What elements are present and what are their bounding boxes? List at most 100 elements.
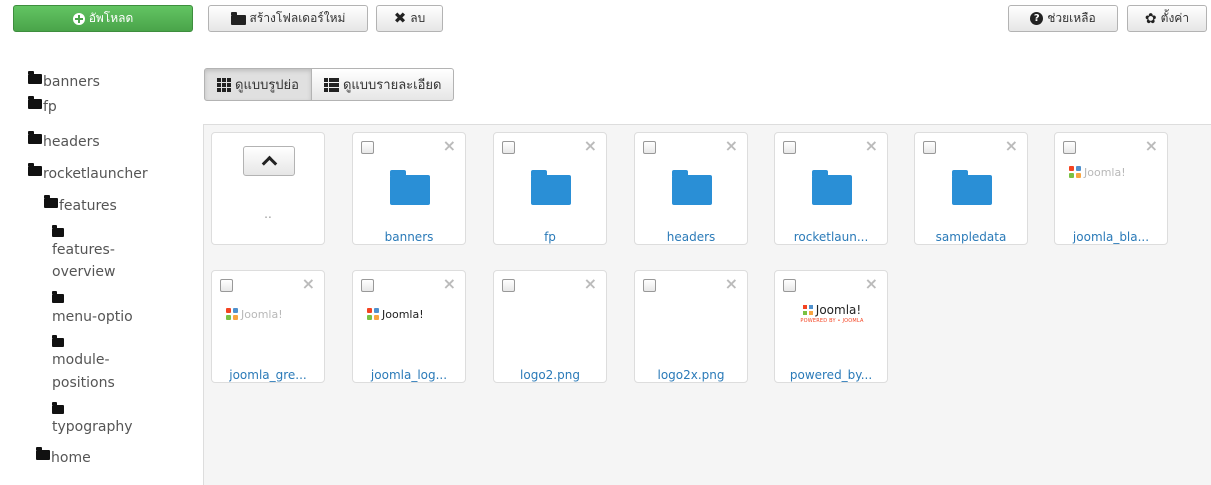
delete-button[interactable]: ✖ ลบ: [376, 5, 443, 32]
tree-label: features: [59, 198, 117, 214]
delete-x-icon[interactable]: ×: [725, 138, 738, 154]
file-name[interactable]: joomla_gre...: [212, 368, 324, 382]
tree-label: module-: [52, 352, 110, 368]
tree-item-features-overview[interactable]: features-: [52, 241, 115, 259]
folder-icon: [52, 402, 64, 414]
select-checkbox[interactable]: [923, 141, 936, 154]
tree-label: rocketlauncher: [43, 166, 148, 182]
folder-icon: [36, 447, 50, 460]
folder-icon: [390, 170, 430, 205]
file-name[interactable]: joomla_bla...: [1055, 230, 1167, 244]
help-label: ช่วยเหลือ: [1047, 11, 1096, 25]
tree-item-rocketlauncher[interactable]: rocketlauncher: [28, 163, 148, 183]
select-checkbox[interactable]: [783, 279, 796, 292]
file-name[interactable]: logo2x.png: [635, 368, 747, 382]
tree-item-typography[interactable]: typography: [52, 418, 133, 436]
upload-button[interactable]: อัพโหลด: [13, 5, 193, 32]
delete-x-icon[interactable]: ×: [443, 138, 456, 154]
folder-icon: [28, 71, 42, 84]
file-name[interactable]: logo2.png: [494, 368, 606, 382]
joomla-logo-thumbnail: Joomla!: [226, 307, 283, 321]
file-name[interactable]: powered_by...: [775, 368, 887, 382]
delete-x-icon[interactable]: ×: [584, 138, 597, 154]
settings-button[interactable]: ✿ ตั้งค่า: [1127, 5, 1207, 32]
image-tile[interactable]: × Joomla! POWERED BY • JOOMLA powered_by…: [774, 270, 888, 383]
detail-view-label: ดูแบบรายละเอียด: [342, 78, 442, 93]
delete-x-icon[interactable]: ×: [302, 276, 315, 292]
tree-label: typography: [52, 419, 133, 435]
folder-icon: [52, 291, 64, 303]
folder-tile[interactable]: × rocketlaun...: [774, 132, 888, 245]
image-tile[interactable]: × Joomla! joomla_gre...: [211, 270, 325, 383]
tree-item-banners[interactable]: banners: [28, 71, 100, 91]
tree-label: menu-optio: [52, 309, 133, 325]
image-tile[interactable]: × Joomla! joomla_log...: [352, 270, 466, 383]
select-checkbox[interactable]: [1063, 141, 1076, 154]
tree-item-module-positions[interactable]: module-: [52, 351, 110, 369]
logo-text: Joomla!: [1084, 165, 1126, 179]
folder-tile[interactable]: × banners: [352, 132, 466, 245]
powered-subtitle: POWERED BY • JOOMLA: [800, 318, 864, 324]
folder-icon: [52, 335, 64, 347]
tree-item-menu-options[interactable]: menu-optio: [52, 308, 133, 326]
image-tile[interactable]: × Joomla! joomla_bla...: [1054, 132, 1168, 245]
image-tile[interactable]: × logo2.png: [493, 270, 607, 383]
tree-item-features-overview-2[interactable]: overview: [52, 263, 115, 281]
delete-x-icon: ✖: [393, 9, 407, 27]
select-checkbox[interactable]: [643, 141, 656, 154]
new-folder-button[interactable]: สร้างโฟลเดอร์ใหม่: [208, 5, 368, 32]
view-toggle: ดูแบบรูปย่อ ดูแบบรายละเอียด: [204, 68, 455, 101]
delete-x-icon[interactable]: ×: [725, 276, 738, 292]
delete-x-icon[interactable]: ×: [1145, 138, 1158, 154]
tree-label: headers: [43, 134, 100, 150]
tree-item-module-positions-2[interactable]: positions: [52, 374, 115, 392]
tree-item-headers[interactable]: headers: [28, 131, 100, 151]
select-checkbox[interactable]: [220, 279, 233, 292]
folder-tile[interactable]: × headers: [634, 132, 748, 245]
plus-circle-icon: [72, 12, 85, 25]
delete-x-icon[interactable]: ×: [865, 138, 878, 154]
question-icon: ?: [1030, 12, 1044, 25]
select-checkbox[interactable]: [361, 141, 374, 154]
gear-icon: ✿: [1144, 10, 1157, 27]
folder-tile[interactable]: × fp: [493, 132, 607, 245]
new-folder-label: สร้างโฟลเดอร์ใหม่: [249, 11, 346, 25]
folder-name[interactable]: headers: [635, 230, 747, 244]
folder-name[interactable]: rocketlaun...: [775, 230, 887, 244]
file-name[interactable]: joomla_log...: [353, 368, 465, 382]
help-button[interactable]: ? ช่วยเหลือ: [1008, 5, 1118, 32]
thumbnail-view-button[interactable]: ดูแบบรูปย่อ: [204, 68, 312, 101]
detail-view-button[interactable]: ดูแบบรายละเอียด: [311, 68, 455, 101]
tree-label: banners: [43, 74, 100, 90]
list-icon: [323, 77, 339, 92]
delete-label: ลบ: [410, 11, 426, 25]
joomla-logo-icon: [1069, 166, 1081, 178]
folder-name[interactable]: sampledata: [915, 230, 1027, 244]
select-checkbox[interactable]: [502, 279, 515, 292]
folder-name[interactable]: fp: [494, 230, 606, 244]
tree-item-fp[interactable]: fp: [28, 96, 57, 116]
folder-icon: [672, 170, 712, 205]
grid-icon: [217, 77, 231, 92]
joomla-logo-thumbnail: Joomla!: [367, 307, 424, 321]
chevron-up-icon: [261, 155, 277, 172]
select-checkbox[interactable]: [502, 141, 515, 154]
tree-item-home[interactable]: home: [36, 447, 91, 467]
delete-x-icon[interactable]: ×: [865, 276, 878, 292]
folder-tile[interactable]: × sampledata: [914, 132, 1028, 245]
parent-folder-tile[interactable]: ..: [211, 132, 325, 245]
delete-x-icon[interactable]: ×: [584, 276, 597, 292]
tree-label: home: [51, 450, 91, 466]
delete-x-icon[interactable]: ×: [443, 276, 456, 292]
tree-item-features[interactable]: features: [44, 195, 117, 215]
up-arrow-button[interactable]: [243, 146, 295, 176]
select-checkbox[interactable]: [783, 141, 796, 154]
select-checkbox[interactable]: [361, 279, 374, 292]
delete-x-icon[interactable]: ×: [1005, 138, 1018, 154]
joomla-logo-icon: [226, 308, 238, 320]
image-tile[interactable]: × logo2x.png: [634, 270, 748, 383]
tree-label: positions: [52, 375, 115, 391]
folder-name[interactable]: banners: [353, 230, 465, 244]
select-checkbox[interactable]: [643, 279, 656, 292]
thumbnail-view-label: ดูแบบรูปย่อ: [235, 78, 299, 93]
